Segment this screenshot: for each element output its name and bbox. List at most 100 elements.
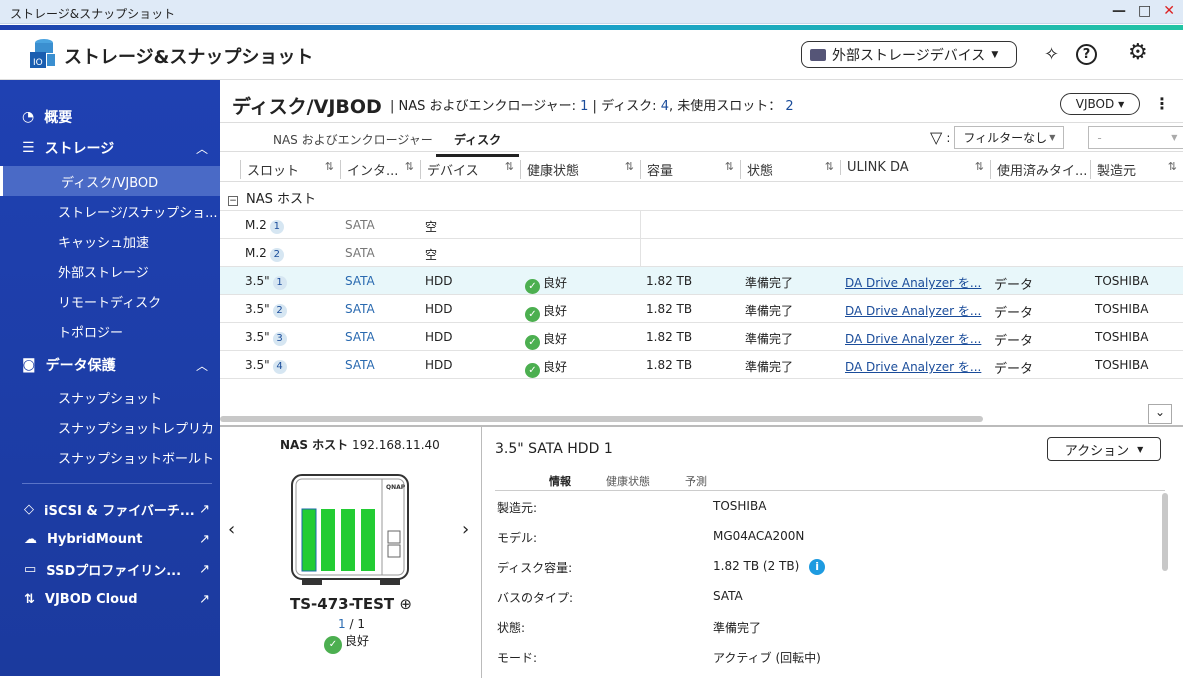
sidebar-link-vjbod-cloud[interactable]: ⇅ VJBOD Cloud ↗	[0, 588, 220, 610]
sidebar-link-ssd-profiling[interactable]: ▭ SSDプロファイリン... ↗	[0, 558, 220, 580]
vjbod-dropdown[interactable]: VJBOD ▼	[1060, 93, 1140, 115]
sort-icon[interactable]: ⇅	[975, 160, 990, 175]
table-row[interactable]: M.2 2 SATA 空	[220, 238, 1183, 266]
caret-down-icon: ▼	[1137, 444, 1144, 454]
tab-disks[interactable]: ディスク	[436, 131, 520, 157]
table-row[interactable]: M.2 1 SATA 空	[220, 210, 1183, 238]
tab-info[interactable]: 情報	[549, 473, 571, 489]
column-header[interactable]: 使用済みタイ...	[990, 160, 1090, 179]
next-arrow-icon[interactable]: ›	[462, 519, 469, 540]
info-value: TOSHIBA	[713, 499, 766, 513]
table-row[interactable]: 3.5" 4 SATA HDD ✓ 良好 1.82 TB 準備完了 DA Drive Analy…	[220, 350, 1183, 378]
column-header[interactable]: デバイス ⇅	[420, 160, 520, 179]
health-text: 良好	[543, 360, 568, 374]
filter-secondary-select[interactable]: - ▼	[1088, 126, 1183, 149]
column-label: 製造元	[1097, 164, 1137, 179]
column-header[interactable]: 容量 ⇅	[640, 160, 740, 179]
interface-cell: SATA	[345, 330, 375, 344]
drive-bay-2[interactable]	[321, 509, 335, 571]
info-label: モード:	[497, 651, 538, 665]
table-row[interactable]: 3.5" 1 SATA HDD ✓ 良好 1.82 TB 準備完了 DA Drive Analy…	[220, 266, 1183, 294]
horizontal-scrollbar[interactable]	[220, 416, 983, 422]
more-options-icon[interactable]: ⋮	[1154, 94, 1170, 113]
sidebar-label: SSDプロファイリン...	[46, 563, 182, 579]
health-text: 良好	[543, 332, 568, 346]
sort-icon[interactable]: ⇅	[1168, 160, 1183, 179]
nas-name: TS-473-TEST ⊕	[290, 595, 412, 613]
sort-icon[interactable]: ⇅	[325, 160, 340, 179]
app-header: IO ストレージ&スナップショット 外部ストレージデバイス ▼ ✧ ? ⚙	[0, 30, 1183, 80]
sort-icon[interactable]: ⇅	[725, 160, 740, 179]
column-header[interactable]: インタ... ⇅	[340, 160, 420, 179]
column-label: スロット	[247, 164, 300, 179]
tab-nas-enclosures[interactable]: NAS およびエンクロージャー	[273, 131, 433, 148]
drive-bay-1[interactable]	[301, 508, 317, 572]
detail-tabs: 情報 健康状態 予測	[495, 471, 1165, 491]
sidebar-item-disks[interactable]: ディスク/VJBOD	[0, 166, 220, 196]
table-row[interactable]: 3.5" 3 SATA HDD ✓ 良好 1.82 TB 準備完了 DA Drive Analy…	[220, 322, 1183, 350]
health-cell: ✓ 良好	[525, 358, 567, 378]
info-icon[interactable]: i	[809, 559, 826, 575]
sidebar-item-data-protection[interactable]: ◙ データ保護 ︿	[0, 353, 220, 377]
external-storage-dropdown[interactable]: 外部ストレージデバイス ▼	[801, 41, 1017, 68]
sort-icon[interactable]: ⇅	[825, 160, 840, 179]
expand-panel-button[interactable]: ⌄	[1148, 404, 1172, 424]
tab-health[interactable]: 健康状態	[606, 473, 650, 489]
sidebar-label: 概要	[44, 110, 73, 126]
sidebar-item-topology[interactable]: トポロジー	[0, 316, 220, 346]
sort-icon[interactable]: ⇅	[405, 160, 420, 179]
slot-number: 2	[272, 304, 287, 318]
sidebar-item-remote-disk[interactable]: リモートディスク	[0, 286, 220, 316]
collapse-icon[interactable]: −	[228, 196, 238, 206]
divider	[640, 210, 641, 266]
column-header[interactable]: 製造元 ⇅	[1090, 160, 1183, 179]
drive-bay-3[interactable]	[341, 509, 355, 571]
column-header[interactable]: ULINK DA ⇅	[840, 160, 990, 175]
minimize-button[interactable]: —	[1112, 3, 1126, 19]
sidebar-item-cache[interactable]: キャッシュ加速	[0, 226, 220, 256]
magic-wand-icon[interactable]: ✧	[1044, 44, 1059, 65]
column-header[interactable]: 状態 ⇅	[740, 160, 840, 179]
interface-cell: SATA	[345, 302, 375, 316]
table-row[interactable]: 3.5" 2 SATA HDD ✓ 良好 1.82 TB 準備完了 DA Drive Analy…	[220, 294, 1183, 322]
sidebar-item-storage[interactable]: ☰ ストレージ ︿	[0, 136, 220, 160]
sidebar-item-storage-snapshots[interactable]: ストレージ/スナップショ...	[0, 196, 220, 226]
info-value-text: 1.82 TB (2 TB)	[713, 559, 800, 573]
sidebar-item-snapshot[interactable]: スナップショット	[0, 382, 220, 412]
sort-icon[interactable]: ⇅	[505, 160, 520, 179]
ulink-da-link[interactable]: DA Drive Analyzer を...	[845, 274, 981, 291]
prev-arrow-icon[interactable]: ‹	[228, 519, 235, 540]
ulink-da-link[interactable]: DA Drive Analyzer を...	[845, 302, 981, 319]
gear-icon[interactable]: ⚙	[1128, 40, 1148, 65]
column-header[interactable]: 健康状態 ⇅	[520, 160, 640, 179]
action-dropdown[interactable]: アクション ▼	[1047, 437, 1161, 461]
chevron-up-icon: ︿	[195, 141, 208, 156]
sidebar-link-hybridmount[interactable]: ☁ HybridMount ↗	[0, 528, 220, 550]
slot-type: 3.5"	[245, 302, 270, 316]
sidebar-item-snapshot-vault[interactable]: スナップショットボールト	[0, 442, 220, 472]
help-icon[interactable]: ?	[1076, 44, 1097, 65]
sidebar-item-external-storage[interactable]: 外部ストレージ	[0, 256, 220, 286]
detail-panel: NAS ホスト 192.168.11.40 ‹ › QNAP TS-473-TE…	[220, 425, 1183, 678]
close-button[interactable]: ✕	[1163, 3, 1175, 19]
qnap-logo: QNAP	[386, 484, 406, 491]
sidebar-item-snapshot-replica[interactable]: スナップショットレプリカ	[0, 412, 220, 442]
zoom-in-icon[interactable]: ⊕	[399, 595, 412, 613]
ulink-da-link[interactable]: DA Drive Analyzer を...	[845, 330, 981, 347]
maximize-button[interactable]: □	[1138, 3, 1151, 19]
sort-icon[interactable]: ⇅	[625, 160, 640, 179]
device-cell: HDD	[425, 358, 453, 372]
filter-select[interactable]: フィルターなし ▼	[954, 126, 1065, 149]
drive-bay-4[interactable]	[361, 509, 375, 571]
ulink-da-link[interactable]: DA Drive Analyzer を...	[845, 358, 981, 375]
sidebar-item-overview[interactable]: ◔ 概要	[0, 106, 220, 128]
slot-type: M.2	[245, 218, 267, 232]
column-header[interactable]: スロット ⇅	[240, 160, 340, 179]
used-type-cell: データ	[994, 362, 1034, 377]
tab-prediction[interactable]: 予測	[685, 473, 707, 489]
slot-number: 1	[269, 220, 284, 234]
vertical-scrollbar[interactable]	[1162, 493, 1168, 571]
sidebar-link-iscsi[interactable]: ◇ iSCSI & ファイバーチ... ↗	[0, 498, 220, 520]
group-nas-host[interactable]: − NAS ホスト	[220, 182, 1183, 210]
info-label: モデル:	[497, 531, 538, 545]
